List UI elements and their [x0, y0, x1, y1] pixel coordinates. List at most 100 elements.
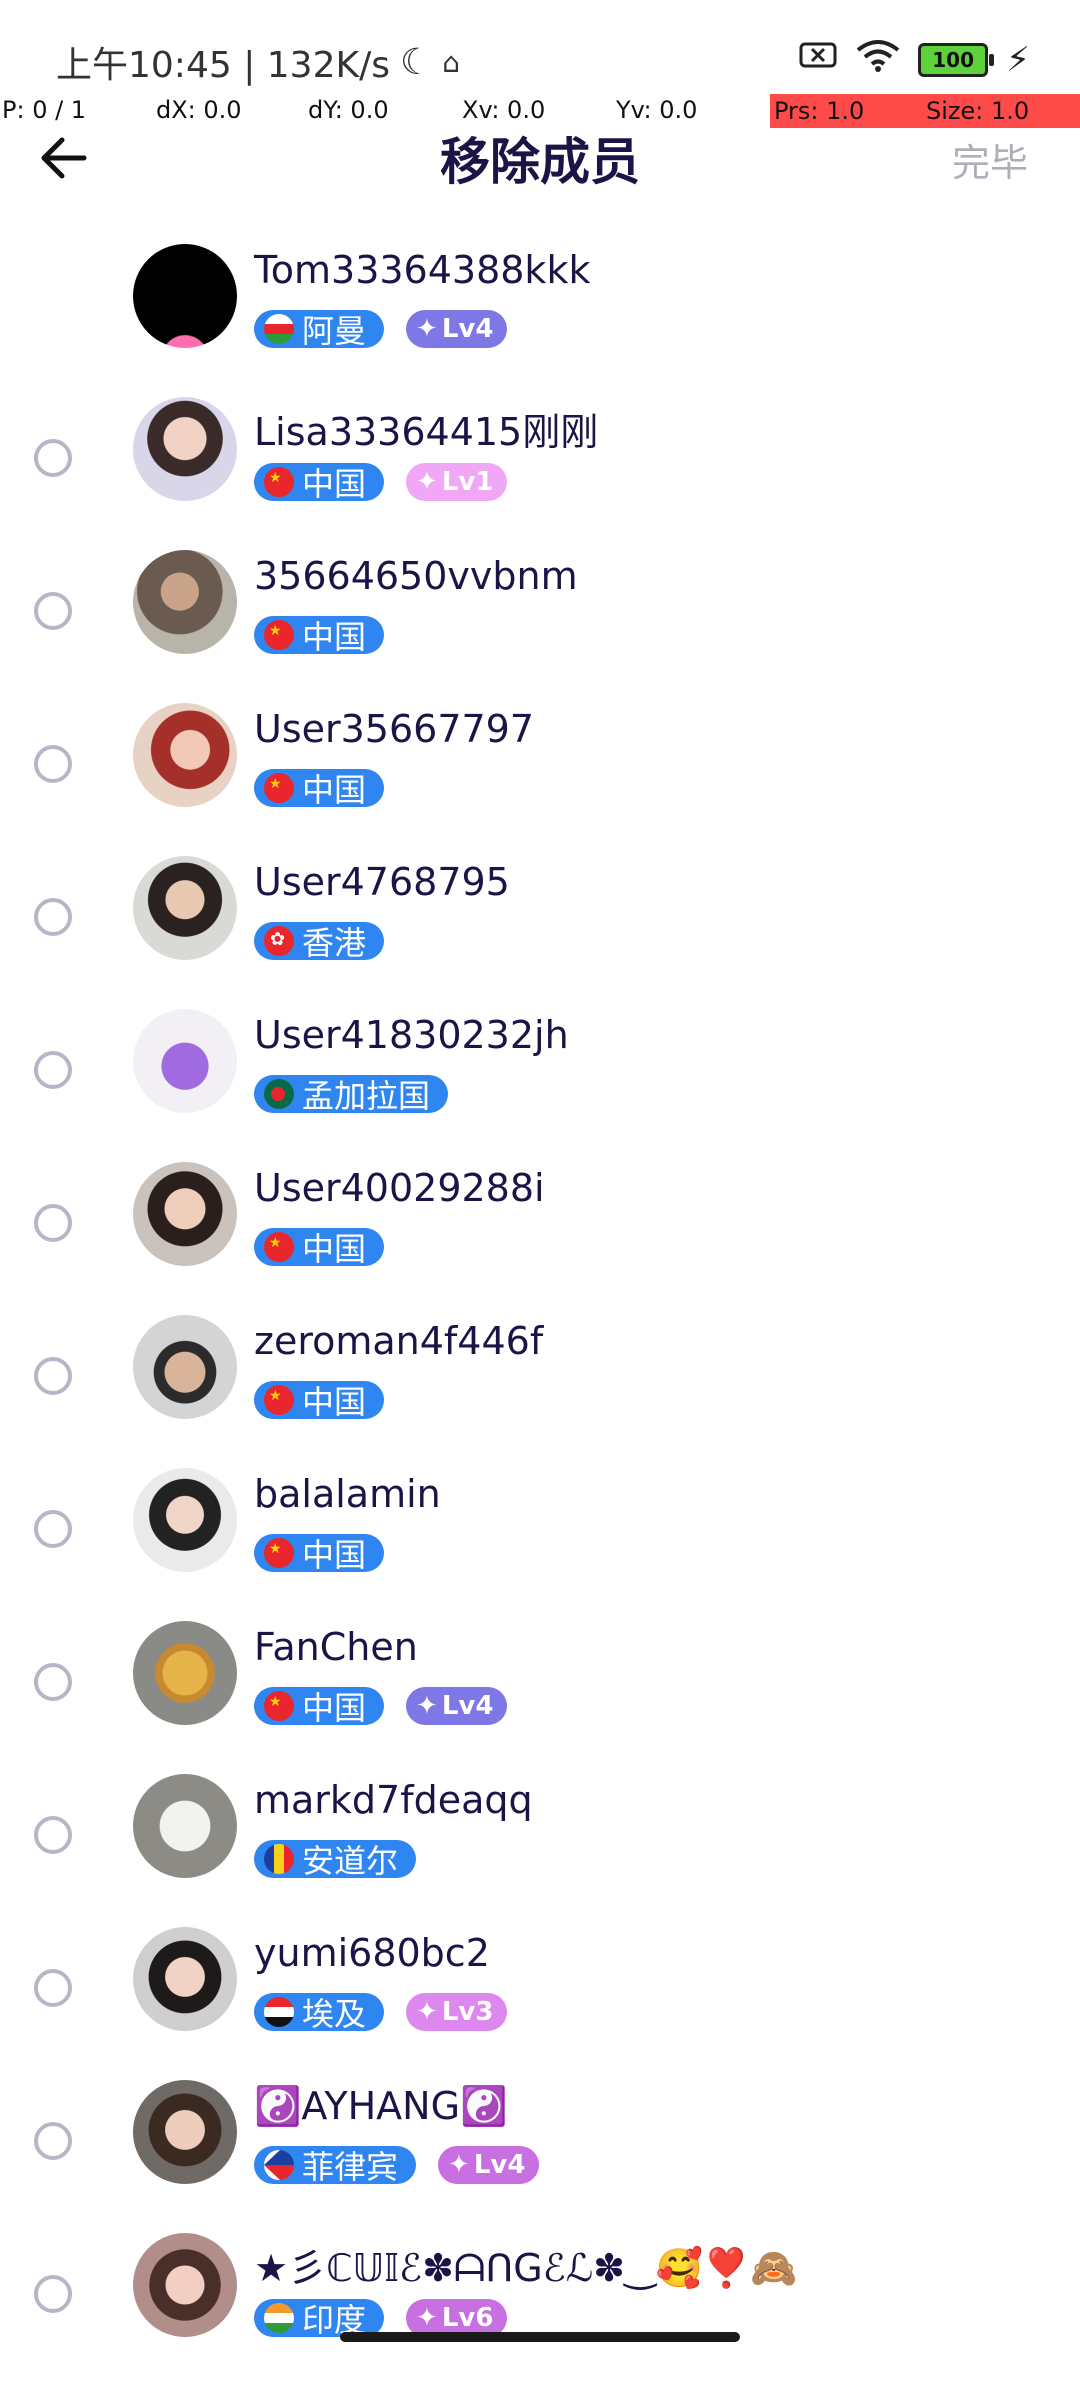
member-row[interactable]: zeroman4f446f ★ 中国: [0, 1309, 1080, 1465]
level-badge: ✦ Lv3: [406, 1993, 508, 2031]
avatar[interactable]: [133, 1162, 237, 1266]
member-list[interactable]: Tom33364388kkk 阿曼 ✦ Lv4 Lisa33364415刚刚 ★ 中国 ✦ Lv…: [0, 238, 1080, 2358]
level-label: Lv4: [441, 1691, 494, 1721]
member-row[interactable]: Lisa33364415刚刚 ★ 中国 ✦ Lv1: [0, 391, 1080, 547]
country-label: 菲律宾: [302, 2148, 399, 2186]
avatar[interactable]: [133, 703, 237, 807]
avatar[interactable]: [133, 1315, 237, 1419]
page-title: 移除成员: [440, 133, 640, 191]
notification-icon: ⌂: [442, 45, 461, 79]
member-row[interactable]: User40029288i ★ 中国: [0, 1156, 1080, 1312]
battery-icon: 100: [918, 42, 995, 77]
level-label: Lv3: [441, 1997, 494, 2027]
country-label: 中国: [302, 465, 367, 503]
member-row[interactable]: ☯️AYHANG☯️ 菲律宾 ✦ Lv4: [0, 2074, 1080, 2230]
member-tags: 菲律宾 ✦ Lv4: [254, 2146, 540, 2186]
select-radio[interactable]: [34, 439, 72, 477]
country-badge: 阿曼: [254, 310, 385, 350]
select-radio[interactable]: [34, 1663, 72, 1701]
member-tags: 阿曼 ✦ Lv4: [254, 310, 508, 350]
select-radio[interactable]: [34, 1969, 72, 2007]
country-label: 孟加拉国: [302, 1077, 431, 1115]
select-radio[interactable]: [34, 745, 72, 783]
select-radio[interactable]: [34, 592, 72, 630]
member-row[interactable]: User41830232jh 孟加拉国: [0, 1003, 1080, 1159]
country-badge: ★ 中国: [254, 769, 385, 809]
avatar[interactable]: [133, 1927, 237, 2031]
done-button[interactable]: 完毕: [952, 132, 1028, 187]
select-radio[interactable]: [34, 1051, 72, 1089]
sparkle-icon: ✦: [416, 1997, 438, 2027]
avatar[interactable]: [133, 550, 237, 654]
member-name: yumi680bc2: [254, 1931, 490, 1975]
select-radio[interactable]: [34, 898, 72, 936]
member-name: Lisa33364415刚刚: [254, 410, 599, 454]
level-label: Lv1: [441, 467, 494, 497]
select-radio[interactable]: [34, 1816, 72, 1854]
flag-china-icon: ★: [264, 620, 294, 650]
country-label: 阿曼: [302, 312, 367, 350]
country-label: 埃及: [302, 1995, 367, 2033]
country-label: 中国: [302, 1230, 367, 1268]
avatar[interactable]: [133, 2233, 237, 2337]
status-right: 100 ⚡: [798, 38, 1030, 81]
select-radio[interactable]: [34, 2275, 72, 2313]
country-badge: 菲律宾: [254, 2146, 417, 2186]
member-name: 35664650vvbnm: [254, 554, 578, 598]
flag-philippines-icon: [264, 2150, 294, 2180]
avatar[interactable]: [133, 397, 237, 501]
member-row[interactable]: User35667797 ★ 中国: [0, 697, 1080, 853]
select-radio[interactable]: [34, 1510, 72, 1548]
flag-china-icon: ★: [264, 467, 294, 497]
member-name: balalamin: [254, 1472, 441, 1516]
flag-oman-icon: [264, 314, 294, 344]
flag-bangladesh-icon: [264, 1079, 294, 1109]
status-left: 上午10:45 | 132K/s ☾ ⌂: [56, 36, 460, 88]
country-badge: ★ 中国: [254, 1687, 385, 1727]
sparkle-icon: ✦: [448, 2150, 470, 2180]
sparkle-icon: ✦: [416, 2303, 438, 2333]
level-badge: ✦ Lv1: [406, 463, 508, 501]
level-badge: ✦ Lv4: [438, 2146, 540, 2184]
member-name: ★彡ℂ𝕌𝕀ℰ✽ᗩᑎGℰℒ✽‿🥰❣️🙈: [254, 2246, 798, 2290]
level-label: Lv4: [473, 2150, 526, 2180]
country-label: 安道尔: [302, 1842, 399, 1880]
avatar[interactable]: [133, 1621, 237, 1725]
select-radio[interactable]: [34, 1357, 72, 1395]
member-tags: ★ 中国: [254, 1534, 385, 1574]
member-tags: ★ 中国: [254, 769, 385, 809]
member-tags: ★ 中国: [254, 616, 385, 656]
member-row[interactable]: yumi680bc2 埃及 ✦ Lv3: [0, 1921, 1080, 2077]
member-tags: ★ 中国: [254, 1381, 385, 1421]
country-label: 中国: [302, 618, 367, 656]
level-badge: ✦ Lv4: [406, 310, 508, 348]
member-row[interactable]: 35664650vvbnm ★ 中国: [0, 544, 1080, 700]
member-row[interactable]: balalamin ★ 中国: [0, 1462, 1080, 1618]
avatar[interactable]: [133, 1774, 237, 1878]
flag-china-icon: ★: [264, 1232, 294, 1262]
country-label: 中国: [302, 1689, 367, 1727]
member-name: User41830232jh: [254, 1013, 569, 1057]
status-bar: 上午10:45 | 132K/s ☾ ⌂ 100 ⚡: [0, 0, 1080, 96]
country-label: 香港: [302, 924, 367, 962]
avatar[interactable]: [133, 856, 237, 960]
avatar[interactable]: [133, 2080, 237, 2184]
select-radio[interactable]: [34, 2122, 72, 2160]
country-badge: ★ 中国: [254, 1228, 385, 1268]
member-row[interactable]: FanChen ★ 中国 ✦ Lv4: [0, 1615, 1080, 1771]
home-indicator[interactable]: [340, 2332, 740, 2342]
member-name: FanChen: [254, 1625, 418, 1669]
member-tags: ★ 中国 ✦ Lv1: [254, 463, 508, 503]
avatar[interactable]: [133, 244, 237, 348]
member-name: ☯️AYHANG☯️: [254, 2084, 508, 2128]
member-row[interactable]: markd7fdeaqq 安道尔: [0, 1768, 1080, 1924]
flag-hongkong-icon: ✿: [264, 926, 294, 956]
avatar[interactable]: [133, 1468, 237, 1572]
avatar[interactable]: [133, 1009, 237, 1113]
member-row[interactable]: Tom33364388kkk 阿曼 ✦ Lv4: [0, 238, 1080, 394]
member-row[interactable]: User4768795 ✿ 香港: [0, 850, 1080, 1006]
select-radio[interactable]: [34, 1204, 72, 1242]
member-name: zeroman4f446f: [254, 1319, 544, 1363]
moon-icon: ☾: [399, 41, 433, 83]
header: 移除成员 完毕: [0, 118, 1080, 198]
